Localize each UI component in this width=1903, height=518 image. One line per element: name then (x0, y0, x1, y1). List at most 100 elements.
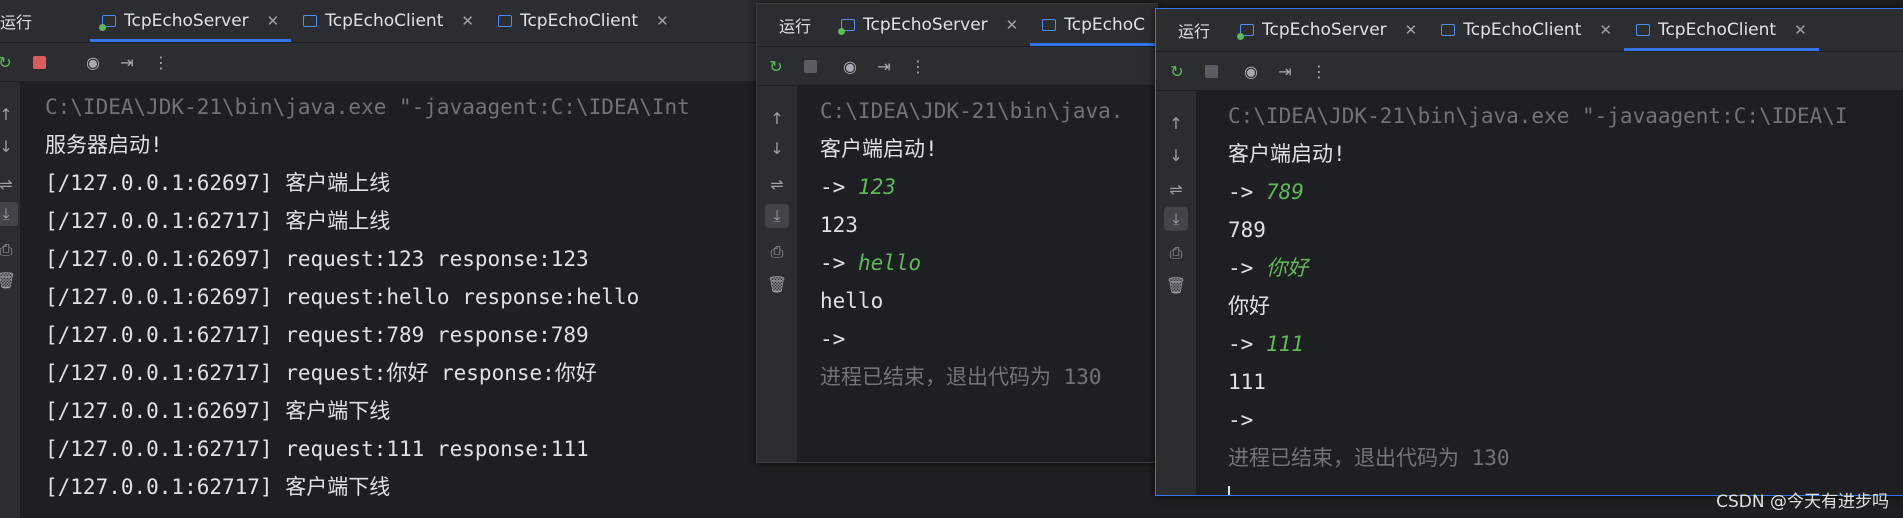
run-tabbar: 运行 TcpEchoServer ✕ TcpEchoClient ✕ TcpEc… (0, 0, 880, 43)
camera-icon[interactable]: ◉ (837, 53, 863, 79)
trash-icon[interactable]: 🗑 (765, 272, 789, 296)
command-line: C:\IDEA\JDK-21\bin\java.exe "-javaagent:… (45, 95, 690, 119)
console-gutter: ↑ ↓ ⇌ ⤓ ⎙ 🗑 (757, 86, 797, 462)
run-config-icon (1237, 24, 1255, 40)
run-label: 运行 (0, 13, 33, 32)
tab-tcp-echo-server[interactable]: TcpEchoServer ✕ (90, 0, 292, 42)
trash-icon[interactable]: 🗑 (0, 268, 18, 292)
stop-button[interactable] (26, 49, 52, 75)
output-line: 客户端启动! (1228, 142, 1346, 166)
soft-wrap-icon[interactable]: ⇌ (1164, 177, 1188, 201)
more-icon[interactable]: ⋮ (1306, 58, 1332, 84)
tab-tcp-echo-server[interactable]: TcpEchoServer ✕ (829, 4, 1030, 46)
close-icon[interactable]: ✕ (1006, 16, 1019, 34)
console-output[interactable]: C:\IDEA\JDK-21\bin\java.exe "-javaagent:… (1228, 97, 1848, 495)
command-line: C:\IDEA\JDK-21\bin\java. (820, 99, 1124, 123)
run-config-icon (838, 19, 856, 35)
down-arrow-icon[interactable]: ↓ (1164, 143, 1188, 167)
print-icon[interactable]: ⎙ (1164, 241, 1188, 265)
scroll-to-end-icon[interactable]: ⤓ (765, 204, 789, 228)
print-icon[interactable]: ⎙ (765, 240, 789, 264)
user-input: 111 (1265, 332, 1304, 356)
close-icon[interactable]: ✕ (461, 12, 474, 30)
output-line: 789 (1228, 218, 1266, 242)
output-line: 客户端启动! (820, 137, 938, 161)
run-config-icon (1635, 24, 1650, 36)
output-line: 服务器启动! (45, 133, 163, 157)
console-output[interactable]: C:\IDEA\JDK-21\bin\java. 客户端启动! -> 123 1… (820, 92, 1123, 396)
console-output[interactable]: C:\IDEA\JDK-21\bin\java.exe "-javaagent:… (45, 88, 690, 506)
exit-icon[interactable]: ⇥ (114, 49, 140, 75)
run-config-icon (303, 15, 318, 27)
tab-label: TcpEchoClient (1657, 20, 1777, 40)
rerun-icon[interactable]: ↻ (0, 49, 18, 75)
output-line: 你好 (1228, 294, 1270, 318)
camera-icon[interactable]: ◉ (80, 49, 106, 75)
exit-icon[interactable]: ⇥ (871, 53, 897, 79)
output-line: [/127.0.0.1:62717] 客户端下线 (45, 475, 391, 499)
prompt: -> (1228, 256, 1254, 280)
tab-label: TcpEchoClient (325, 11, 444, 31)
exit-message: 进程已结束，退出代码为 130 (820, 365, 1102, 389)
up-arrow-icon[interactable]: ↑ (1164, 111, 1188, 135)
up-arrow-icon[interactable]: ↑ (765, 106, 789, 130)
close-icon[interactable]: ✕ (1794, 21, 1807, 39)
exit-message: 进程已结束，退出代码为 130 (1228, 446, 1510, 470)
tab-tcp-echo-client-1[interactable]: TcpEchoClient ✕ (1429, 9, 1624, 51)
tab-label: TcpEchoC (1064, 15, 1146, 35)
run-config-icon (1441, 24, 1456, 36)
stop-icon (803, 59, 817, 73)
more-icon[interactable]: ⋮ (905, 53, 931, 79)
console-gutter: ↑ ↓ ⇌ ⤓ ⎙ 🗑 (0, 82, 20, 518)
camera-icon[interactable]: ◉ (1238, 58, 1264, 84)
tab-tcp-echo-client-2[interactable]: TcpEchoClient ✕ (486, 0, 681, 42)
run-toolbar: ↻ ◉ ⇥ ⋮ (757, 47, 1157, 85)
tab-label: TcpEchoServer (863, 15, 988, 35)
input-line: -> 你好 (1228, 249, 1848, 287)
close-icon[interactable]: ✕ (656, 12, 669, 30)
up-arrow-icon[interactable]: ↑ (0, 102, 18, 126)
close-icon[interactable]: ✕ (267, 12, 280, 30)
tab-tcp-echo-server[interactable]: TcpEchoServer ✕ (1228, 9, 1429, 51)
prompt: -> (820, 251, 846, 275)
input-line: -> 789 (1228, 173, 1848, 211)
user-input: 789 (1265, 180, 1304, 204)
tab-tcp-echo-client-2[interactable]: TcpEchoClient ✕ (1623, 9, 1819, 51)
user-input: 你好 (1265, 256, 1308, 280)
soft-wrap-icon[interactable]: ⇌ (0, 172, 18, 196)
close-icon[interactable]: ✕ (1405, 21, 1418, 39)
tab-label: TcpEchoServer (1262, 20, 1387, 40)
prompt: -> (1228, 332, 1254, 356)
server-run-window: 运行 TcpEchoServer ✕ TcpEchoClient ✕ TcpEc… (0, 0, 880, 518)
stop-button[interactable] (797, 53, 823, 79)
run-toolbar: ↻ ◉ ⇥ ⋮ (0, 43, 880, 81)
scroll-to-end-icon[interactable]: ⤓ (0, 202, 18, 226)
run-config-icon (497, 15, 512, 27)
more-icon[interactable]: ⋮ (148, 49, 174, 75)
soft-wrap-icon[interactable]: ⇌ (765, 172, 789, 196)
rerun-icon[interactable]: ↻ (1164, 58, 1190, 84)
user-input: hello (857, 251, 922, 275)
user-input: 123 (857, 175, 896, 199)
tab-tcp-echo-client-1[interactable]: TcpEchoClient ✕ (291, 0, 486, 42)
run-tabbar: 运行 TcpEchoServer ✕ TcpEchoC (757, 4, 1157, 47)
input-line: -> 123 (820, 168, 1123, 206)
run-config-icon (1042, 19, 1057, 31)
rerun-icon[interactable]: ↻ (763, 53, 789, 79)
output-line: [/127.0.0.1:62697] request:123 response:… (45, 247, 589, 271)
output-line: 123 (820, 213, 858, 237)
client-run-window-1: 运行 TcpEchoServer ✕ TcpEchoC ↻ ◉ ⇥ ⋮ ↑ ↓ … (756, 3, 1158, 463)
output-line: [/127.0.0.1:62697] 客户端上线 (45, 171, 391, 195)
trash-icon[interactable]: 🗑 (1164, 273, 1188, 297)
down-arrow-icon[interactable]: ↓ (765, 136, 789, 160)
scroll-to-end-icon[interactable]: ⤓ (1164, 207, 1188, 231)
stop-button[interactable] (1198, 58, 1224, 84)
stop-icon (32, 55, 46, 69)
tab-tcp-echo-client[interactable]: TcpEchoC (1030, 4, 1157, 46)
down-arrow-icon[interactable]: ↓ (0, 134, 18, 158)
close-icon[interactable]: ✕ (1599, 21, 1612, 39)
input-line: -> hello (820, 244, 1123, 282)
output-line: [/127.0.0.1:62717] request:789 response:… (45, 323, 589, 347)
exit-icon[interactable]: ⇥ (1272, 58, 1298, 84)
print-icon[interactable]: ⎙ (0, 238, 18, 262)
